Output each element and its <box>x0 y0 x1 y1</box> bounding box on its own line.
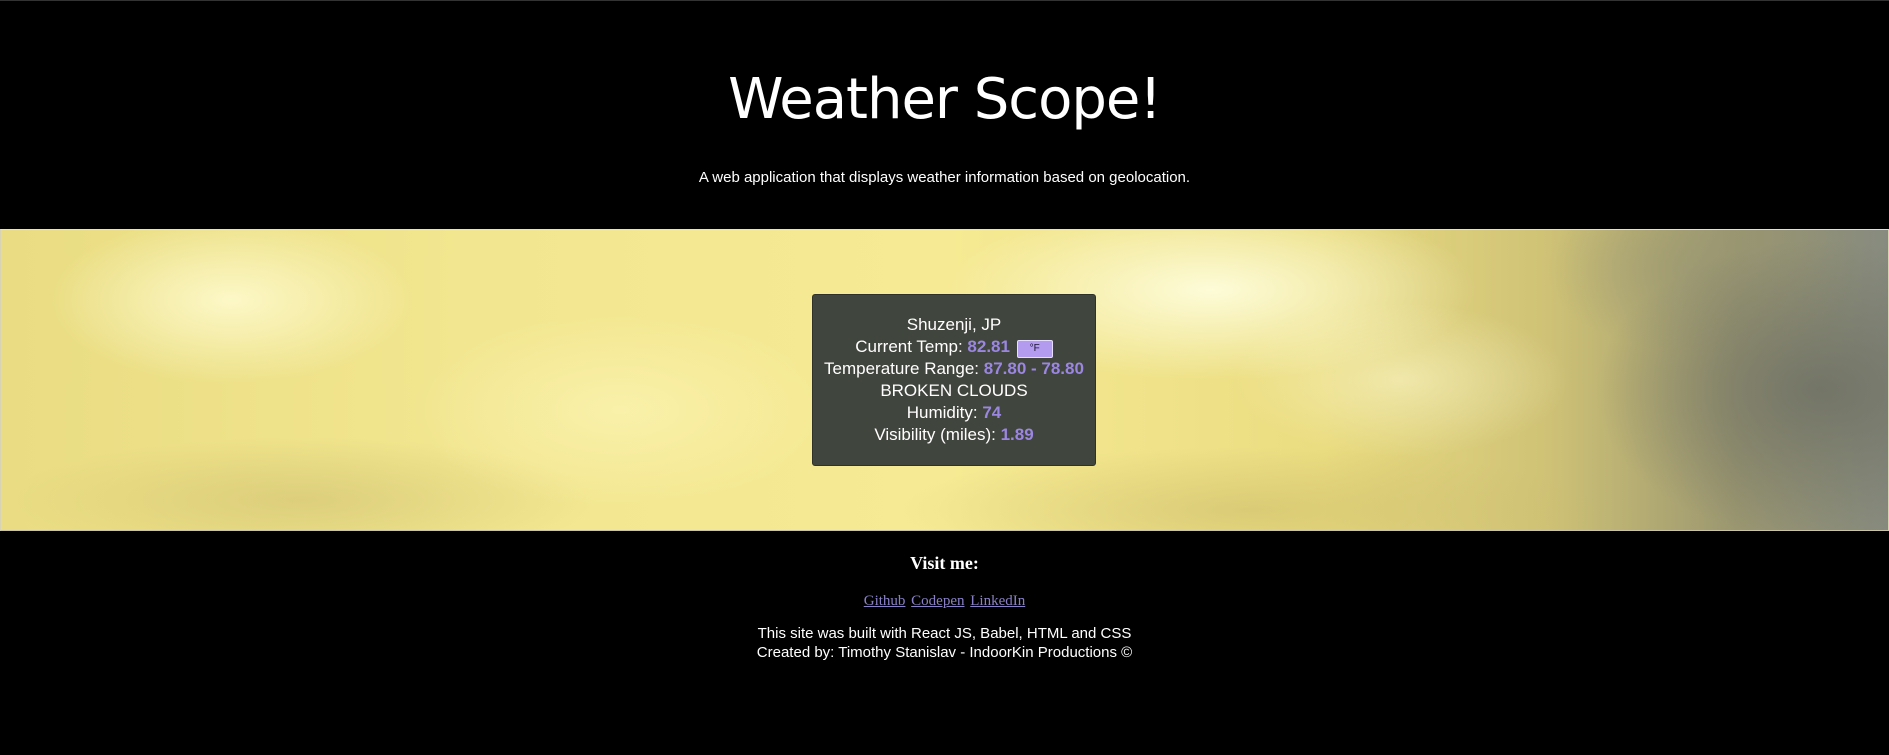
current-temp-label: Current Temp: <box>855 337 963 356</box>
visit-heading: Visit me: <box>910 553 979 573</box>
page-title: Weather Scope! <box>728 67 1162 132</box>
page-subtitle: A web application that displays weather … <box>698 169 1191 186</box>
humidity-row: Humidity: 74 <box>813 402 1095 424</box>
built-with-text: This site was built with React JS, Babel… <box>757 625 1132 642</box>
location: Shuzenji, JP <box>906 315 1002 334</box>
humidity-label: Humidity: <box>906 403 978 422</box>
social-links: Github Codepen LinkedIn <box>0 591 1889 611</box>
header: Weather Scope! A web application that di… <box>0 1 1889 229</box>
created-by-text: Created by: Timothy Stanislav - IndoorKi… <box>756 644 1133 661</box>
credits: This site was built with React JS, Babel… <box>0 624 1889 662</box>
current-temp-value: 82.81 <box>967 337 1010 356</box>
codepen-link[interactable]: Codepen <box>911 593 964 609</box>
visibility-label: Visibility (miles): <box>874 425 996 444</box>
humidity-value: 74 <box>982 403 1002 422</box>
temperature-range-label: Temperature Range: <box>824 359 980 378</box>
weather-condition: BROKEN CLOUDS <box>880 381 1028 400</box>
visibility-value: 1.89 <box>1000 425 1034 444</box>
unit-toggle-button[interactable]: °F <box>1016 340 1053 358</box>
sky-background-banner: Shuzenji, JP Current Temp: 82.81 °F Temp… <box>0 229 1889 531</box>
weather-card: Shuzenji, JP Current Temp: 82.81 °F Temp… <box>812 294 1096 466</box>
temperature-range-value: 87.80 - 78.80 <box>983 359 1084 378</box>
current-temp-row: Current Temp: 82.81 °F <box>813 336 1095 358</box>
linkedin-link[interactable]: LinkedIn <box>970 593 1025 609</box>
temperature-range-row: Temperature Range: 87.80 - 78.80 <box>813 358 1095 380</box>
github-link[interactable]: Github <box>864 593 906 609</box>
page: Weather Scope! A web application that di… <box>0 0 1889 755</box>
visibility-row: Visibility (miles): 1.89 <box>813 424 1095 446</box>
